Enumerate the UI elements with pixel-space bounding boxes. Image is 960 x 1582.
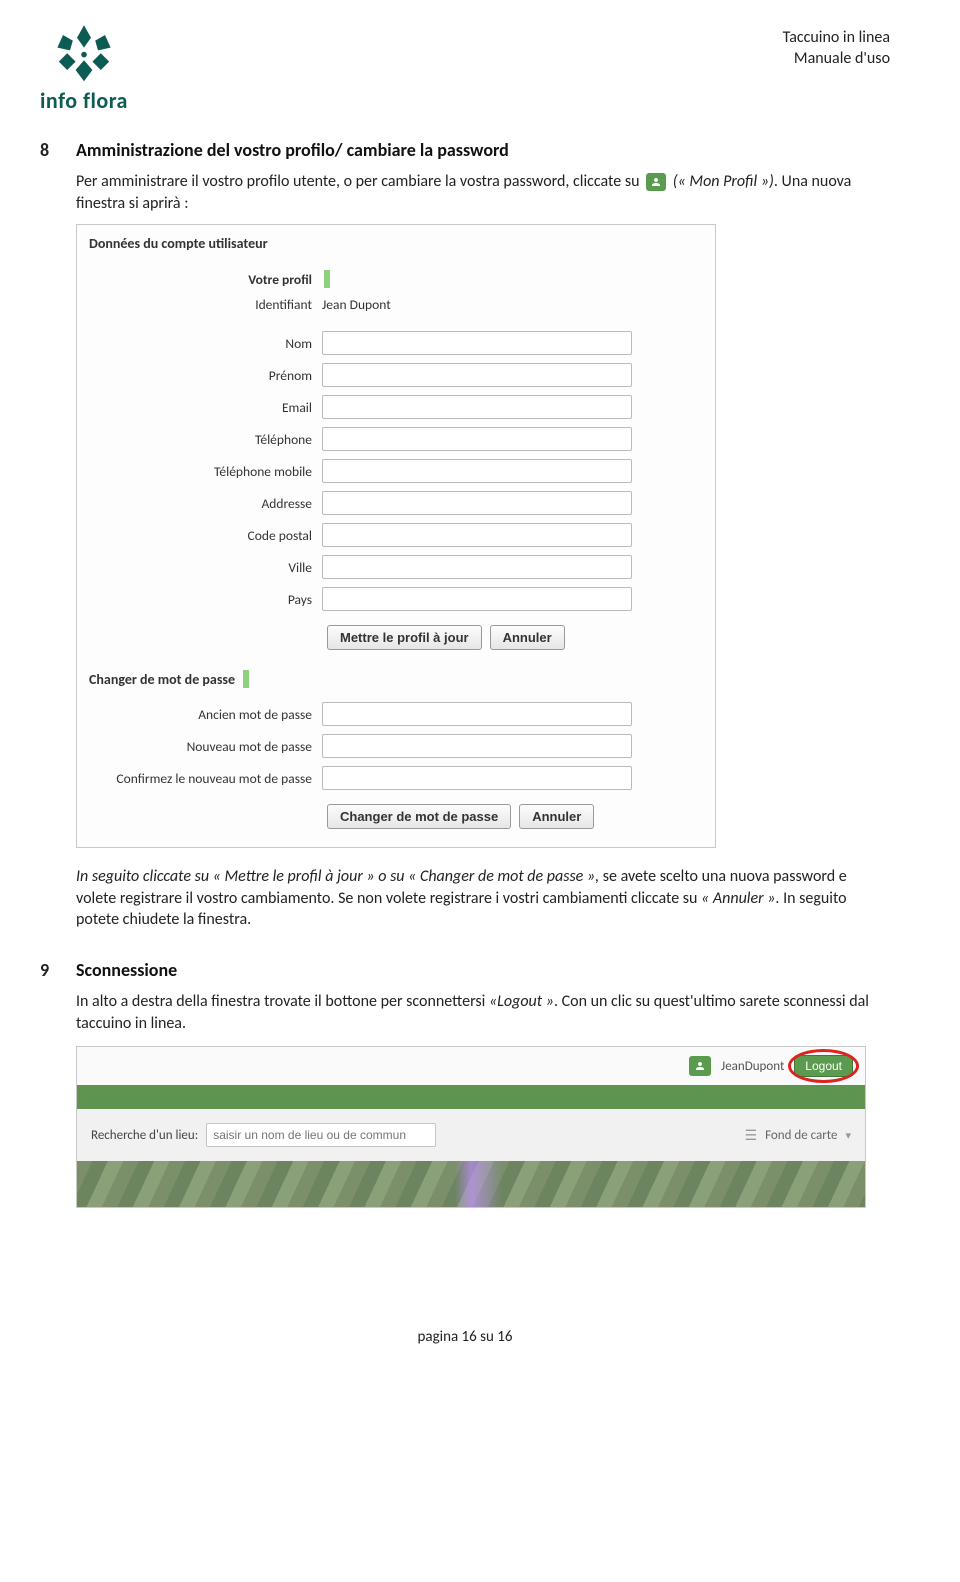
field-label: Nom bbox=[87, 335, 322, 352]
change-password-button[interactable]: Changer de mot de passe bbox=[327, 804, 511, 829]
cancel-button[interactable]: Annuler bbox=[490, 625, 565, 650]
section-9-text: In alto a destra della finestra trovate … bbox=[76, 991, 890, 1034]
old-password-input[interactable] bbox=[322, 702, 632, 726]
doc-meta-line1: Taccuino in linea bbox=[783, 28, 890, 49]
green-marker-icon bbox=[324, 270, 330, 288]
logo-text: info flora bbox=[40, 87, 128, 114]
section-8-title: Amministrazione del vostro profilo/ camb… bbox=[76, 139, 509, 161]
cancel-password-button[interactable]: Annuler bbox=[519, 804, 594, 829]
profile-form-panel: Données du compte utilisateur Votre prof… bbox=[76, 224, 716, 848]
pwd-label: Ancien mot de passe bbox=[87, 706, 322, 723]
identifiant-value: Jean Dupont bbox=[322, 296, 391, 313]
pwd-label: Confirmez le nouveau mot de passe bbox=[87, 770, 322, 787]
flower-icon bbox=[49, 20, 119, 85]
logout-button[interactable]: Logout bbox=[794, 1055, 853, 1077]
field-label: Addresse bbox=[87, 495, 322, 512]
profile-icon bbox=[646, 173, 666, 191]
logo: info flora bbox=[40, 20, 128, 114]
search-label: Recherche d'un lieu: bbox=[91, 1128, 198, 1143]
telephone-mobile-input[interactable] bbox=[322, 459, 632, 483]
section-9-number: 9 bbox=[40, 959, 76, 981]
green-marker-icon bbox=[243, 670, 249, 688]
field-label: Code postal bbox=[87, 527, 322, 544]
section-8-number: 8 bbox=[40, 139, 76, 161]
addresse-input[interactable] bbox=[322, 491, 632, 515]
identifiant-label: Identifiant bbox=[87, 296, 322, 313]
confirm-password-input[interactable] bbox=[322, 766, 632, 790]
field-label: Email bbox=[87, 399, 322, 416]
field-label: Prénom bbox=[87, 367, 322, 384]
ville-input[interactable] bbox=[322, 555, 632, 579]
section-9-title: Sconnessione bbox=[76, 959, 177, 981]
nom-input[interactable] bbox=[322, 331, 632, 355]
section-8-intro: Per amministrare il vostro profilo utent… bbox=[76, 171, 890, 214]
field-label: Ville bbox=[87, 559, 322, 576]
basemap-selector[interactable]: ☰ Fond de carte ▾ bbox=[745, 1127, 851, 1144]
username-label[interactable]: JeanDupont bbox=[721, 1059, 784, 1074]
pwd-label: Nouveau mot de passe bbox=[87, 738, 322, 755]
topbar-screenshot: JeanDupont Logout Recherche d'un lieu: ☰… bbox=[76, 1046, 866, 1208]
layers-icon: ☰ bbox=[745, 1127, 758, 1144]
chevron-down-icon: ▾ bbox=[845, 1129, 851, 1142]
green-bar bbox=[77, 1085, 865, 1109]
field-label: Téléphone bbox=[87, 431, 322, 448]
code-postal-input[interactable] bbox=[322, 523, 632, 547]
map-strip bbox=[77, 1161, 865, 1207]
prenom-input[interactable] bbox=[322, 363, 632, 387]
telephone-input[interactable] bbox=[322, 427, 632, 451]
profile-header-label: Votre profil bbox=[87, 271, 322, 288]
change-password-header: Changer de mot de passe bbox=[89, 671, 235, 688]
doc-meta: Taccuino in linea Manuale d'uso bbox=[783, 28, 890, 70]
field-label: Téléphone mobile bbox=[87, 463, 322, 480]
new-password-input[interactable] bbox=[322, 734, 632, 758]
panel-title: Données du compte utilisateur bbox=[89, 235, 705, 252]
page-footer: pagina 16 su 16 bbox=[40, 1328, 890, 1346]
profile-icon[interactable] bbox=[689, 1056, 711, 1076]
doc-meta-line2: Manuale d'uso bbox=[783, 49, 890, 70]
field-label: Pays bbox=[87, 591, 322, 608]
basemap-label: Fond de carte bbox=[765, 1128, 837, 1143]
update-profile-button[interactable]: Mettre le profil à jour bbox=[327, 625, 482, 650]
place-search-input[interactable] bbox=[206, 1123, 436, 1147]
section-8-followup: In seguito cliccate su « Mettre le profi… bbox=[76, 866, 890, 931]
email-input[interactable] bbox=[322, 395, 632, 419]
pays-input[interactable] bbox=[322, 587, 632, 611]
